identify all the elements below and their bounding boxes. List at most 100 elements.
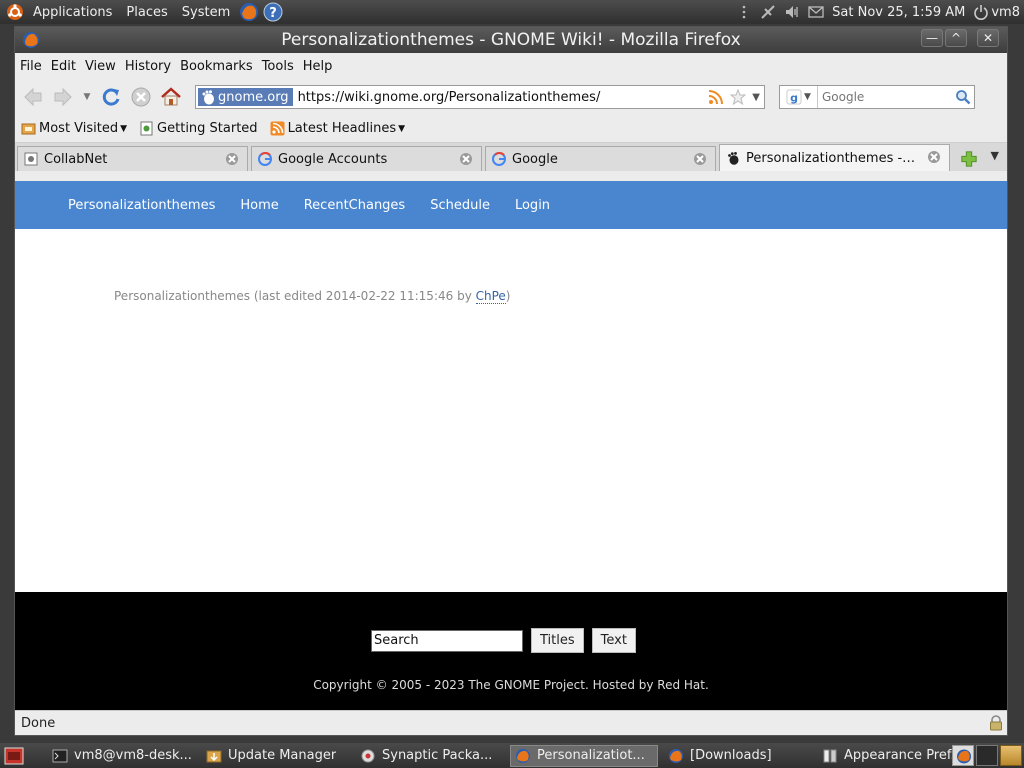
firefox-launcher-icon[interactable]: [239, 2, 259, 22]
menu-view[interactable]: View: [82, 59, 119, 74]
web-page: Personalizationthemes Home RecentChanges…: [15, 181, 1007, 711]
search-input[interactable]: [822, 90, 952, 104]
tab-google[interactable]: Google: [485, 146, 716, 171]
close-tab-icon[interactable]: [927, 150, 941, 164]
nav-link-schedule[interactable]: Schedule: [430, 198, 490, 213]
bookmark-getting-started[interactable]: Getting Started: [139, 121, 258, 136]
bookmark-label: Most Visited: [39, 121, 119, 136]
system-menu[interactable]: System: [175, 5, 237, 20]
mail-icon[interactable]: [808, 4, 824, 20]
bookmark-label: Getting Started: [157, 121, 258, 136]
appearance-icon: [823, 749, 837, 762]
url-text[interactable]: https://wiki.gnome.org/Personalizationth…: [298, 90, 601, 105]
firefox-window: Personalizationthemes - GNOME Wiki! - Mo…: [14, 26, 1008, 736]
task-synaptic[interactable]: Synaptic Packa...: [356, 745, 504, 767]
applications-menu[interactable]: Applications: [26, 5, 119, 20]
close-tab-icon[interactable]: [459, 152, 473, 166]
reload-button[interactable]: [97, 83, 125, 111]
bookmarks-toolbar: Most Visited ▼ Getting Started Latest He…: [15, 115, 1007, 143]
close-icon: ✕: [982, 31, 994, 45]
tab-label: Google Accounts: [278, 151, 388, 167]
menubar: File Edit View History Bookmarks Tools H…: [15, 53, 1007, 79]
search-bar: g ▼: [779, 85, 975, 109]
close-tab-icon[interactable]: [693, 152, 707, 166]
close-window-button[interactable]: ✕: [977, 29, 999, 47]
tab-collabnet[interactable]: CollabNet: [17, 146, 248, 171]
history-dropdown[interactable]: ▼: [79, 83, 95, 111]
nav-link-recentchanges[interactable]: RecentChanges: [304, 198, 405, 213]
task-firefox-downloads[interactable]: [Downloads]: [664, 745, 812, 767]
close-tab-icon[interactable]: [225, 152, 239, 166]
menu-history[interactable]: History: [122, 59, 174, 74]
site-identity-button[interactable]: gnome.org: [198, 88, 293, 106]
clock[interactable]: Sat Nov 25, 1:59 AM: [832, 5, 965, 20]
url-icons: ▼: [708, 89, 760, 105]
menu-file[interactable]: File: [17, 59, 45, 74]
search-engine-selector[interactable]: g ▼: [780, 86, 818, 108]
last-edited-info: Personalizationthemes (last edited 2014-…: [114, 289, 511, 304]
firefox-icon[interactable]: [22, 31, 40, 49]
tab-google-accounts[interactable]: Google Accounts: [251, 146, 482, 171]
url-bar[interactable]: gnome.org https://wiki.gnome.org/Persona…: [195, 85, 765, 109]
network-icon[interactable]: [760, 4, 776, 20]
plus-icon: [961, 151, 977, 167]
search-icon[interactable]: [955, 89, 971, 105]
task-update-manager[interactable]: Update Manager: [202, 745, 350, 767]
places-menu[interactable]: Places: [119, 5, 174, 20]
menu-edit[interactable]: Edit: [48, 59, 79, 74]
firefox-tray-icon[interactable]: [952, 745, 974, 766]
nav-link-login[interactable]: Login: [515, 198, 550, 213]
minimize-button[interactable]: —: [921, 29, 943, 47]
trash-icon[interactable]: [1000, 745, 1022, 766]
lock-icon[interactable]: [988, 715, 1004, 731]
titlebar[interactable]: Personalizationthemes - GNOME Wiki! - Mo…: [15, 27, 1007, 53]
stop-button[interactable]: [127, 83, 155, 111]
google-icon: [492, 152, 506, 166]
google-icon: g: [786, 89, 802, 105]
tab-list-dropdown-icon[interactable]: ▼: [991, 149, 999, 162]
terminal-icon: [52, 749, 68, 762]
power-icon[interactable]: [973, 4, 989, 20]
home-button[interactable]: [157, 83, 185, 111]
wiki-content: Personalizationthemes (last edited 2014-…: [15, 229, 1007, 592]
tab-personalizationthemes[interactable]: Personalizationthemes - G...: [719, 144, 950, 171]
show-desktop-icon[interactable]: [4, 747, 24, 765]
window-title: Personalizationthemes - GNOME Wiki! - Mo…: [281, 30, 741, 50]
bookmark-latest-headlines[interactable]: Latest Headlines ▼: [270, 121, 405, 136]
help-launcher-icon[interactable]: ?: [263, 2, 283, 22]
forward-button[interactable]: [49, 83, 77, 111]
volume-icon[interactable]: [784, 4, 800, 20]
url-history-dropdown-icon[interactable]: ▼: [752, 92, 760, 103]
new-tab-button[interactable]: [957, 147, 981, 171]
synaptic-icon: [361, 749, 375, 762]
workspace-switcher[interactable]: [976, 745, 998, 766]
ubuntu-logo-icon[interactable]: [6, 3, 24, 21]
back-button[interactable]: [19, 83, 47, 111]
author-link[interactable]: ChPe: [475, 289, 506, 304]
text-search-button[interactable]: Text: [591, 628, 636, 653]
menu-tools[interactable]: Tools: [259, 59, 297, 74]
menu-bookmarks[interactable]: Bookmarks: [177, 59, 256, 74]
tab-label: Personalizationthemes - G...: [746, 150, 916, 166]
titles-search-button[interactable]: Titles: [531, 628, 584, 653]
bookmark-most-visited[interactable]: Most Visited ▼: [21, 121, 127, 136]
chevron-down-icon: ▼: [398, 123, 406, 134]
menu-help[interactable]: Help: [300, 59, 336, 74]
task-label: Personalizatiot...: [537, 748, 645, 763]
task-firefox-personalizationthemes[interactable]: Personalizatiot...: [510, 744, 658, 767]
rss-feed-icon[interactable]: [708, 89, 724, 105]
task-terminal[interactable]: vm8@vm8-desk...: [48, 745, 196, 767]
task-label: Update Manager: [228, 748, 337, 763]
last-edited-suffix: ): [505, 289, 511, 303]
wiki-search-input[interactable]: [371, 629, 523, 652]
maximize-button[interactable]: ^: [945, 29, 967, 47]
nav-link-home[interactable]: Home: [240, 198, 278, 213]
task-label: [Downloads]: [690, 748, 772, 763]
task-appearance-preferences[interactable]: Appearance Pref...: [818, 745, 966, 767]
nav-link-personalizationthemes[interactable]: Personalizationthemes: [68, 198, 215, 213]
user-name[interactable]: vm8: [991, 5, 1020, 20]
back-arrow-icon: [24, 87, 42, 107]
rss-icon: [270, 121, 285, 136]
panel-menus: Applications Places System ?: [0, 0, 285, 24]
bookmark-star-icon[interactable]: [730, 89, 747, 105]
